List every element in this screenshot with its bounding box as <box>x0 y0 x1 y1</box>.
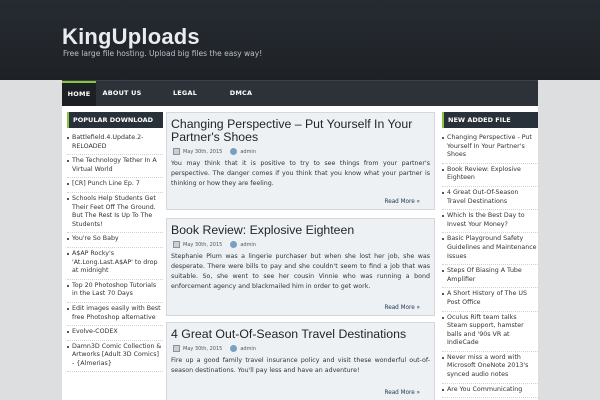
nav-dmca[interactable]: DMCA <box>225 81 257 106</box>
new-file-item[interactable]: Which Is the Best Day to Invest Your Mon… <box>442 210 538 234</box>
post-title[interactable]: Book Review: Explosive Eighteen <box>167 219 434 237</box>
post-card: Changing Perspective – Put Yourself In Y… <box>166 112 435 210</box>
sidebar-title: POPULAR DOWNLOAD <box>67 112 163 128</box>
post-author[interactable]: admin <box>240 346 256 352</box>
popular-item[interactable]: Schools Help Students Get Their Feet Off… <box>67 193 163 234</box>
popular-item[interactable]: You're So Baby <box>67 233 163 248</box>
new-file-item[interactable]: Book Review: Explosive Eighteen <box>442 164 538 187</box>
calendar-icon <box>173 148 180 155</box>
nav-legal-disclaimer[interactable]: LEGAL DISCLAIMER <box>149 81 221 122</box>
post-date: May 30th, 2015 <box>183 148 223 155</box>
post-title[interactable]: Changing Perspective – Put Yourself In Y… <box>167 113 434 144</box>
main-nav: HOME ABOUT US LEGAL DISCLAIMER DMCA <box>62 80 538 122</box>
calendar-icon <box>173 345 180 352</box>
post-date: May 30th, 2015 <box>183 241 223 248</box>
post-excerpt: You may think that it is positive to try… <box>171 160 430 187</box>
read-more-link[interactable]: Read More » <box>385 305 421 311</box>
new-file-item[interactable]: A Short History of The US Post Office <box>442 288 538 312</box>
popular-item[interactable]: Edit images easily with Best free Photos… <box>67 303 163 327</box>
new-file-item[interactable]: Basic Playground Safety Guidelines and M… <box>442 233 538 266</box>
new-file-item[interactable]: Steps Of Biasing A Tube Amplifier <box>442 265 538 289</box>
user-icon <box>230 148 238 155</box>
post-meta: May 30th, 2015 admin <box>167 144 434 155</box>
site-tagline: Free large file hosting. Upload big file… <box>63 49 263 58</box>
new-files-list: Changing Perspective - Put Yourself In Y… <box>442 128 538 399</box>
sidebar-title: NEW ADDED FILE <box>442 112 538 128</box>
new-file-item[interactable]: Never miss a word with Microsoft OneNote… <box>442 352 538 384</box>
user-icon <box>230 345 238 352</box>
calendar-icon <box>173 241 180 248</box>
popular-item[interactable]: [CR] Punch Line Ep. 7 <box>67 178 163 193</box>
post-meta: May 30th, 2015 admin <box>167 341 434 352</box>
popular-item[interactable]: Damn3D Comic Collection & Artworks [Adul… <box>67 341 163 373</box>
new-file-item[interactable]: Oculus Rift team talks Steam support, ha… <box>442 312 538 352</box>
popular-item[interactable]: A$AP Rocky's 'At.Long.Last.A$AP' to drop… <box>67 248 163 280</box>
read-more-link[interactable]: Read More » <box>385 199 421 205</box>
sidebar-new-added-file: NEW ADDED FILE Changing Perspective - Pu… <box>442 112 538 399</box>
post-excerpt: Fire up a good family travel insurance p… <box>171 357 430 374</box>
sidebar-popular-download: POPULAR DOWNLOAD Battlefield.4.Update.2-… <box>67 112 163 373</box>
site-title[interactable]: KingUploads <box>62 24 200 50</box>
post-author[interactable]: admin <box>240 149 256 155</box>
site-header: KingUploads Free large file hosting. Upl… <box>0 0 600 80</box>
post-card: Book Review: Explosive Eighteen May 30th… <box>166 218 435 316</box>
post-card: 4 Great Out-Of-Season Travel Destination… <box>166 322 435 400</box>
post-author[interactable]: admin <box>240 242 256 248</box>
user-icon <box>230 241 238 248</box>
post-date: May 30th, 2015 <box>183 345 223 352</box>
post-excerpt: Stephanie Plum was a lingerie purchaser … <box>171 253 430 290</box>
new-file-item[interactable]: Are You Communicating <box>442 384 538 399</box>
popular-list: Battlefield.4.Update.2-RELOADED The Tech… <box>67 128 163 373</box>
nav-home[interactable]: HOME <box>62 81 96 106</box>
popular-item[interactable]: The Technology Tether In A Virtual World <box>67 155 163 179</box>
post-meta: May 30th, 2015 admin <box>167 237 434 248</box>
new-file-item[interactable]: 4 Great Out-Of-Season Travel Destination… <box>442 187 538 211</box>
new-file-item[interactable]: Changing Perspective - Put Yourself In Y… <box>442 132 538 164</box>
post-title[interactable]: 4 Great Out-Of-Season Travel Destination… <box>167 323 434 341</box>
popular-item[interactable]: Battlefield.4.Update.2-RELOADED <box>67 132 163 156</box>
popular-item[interactable]: Top 20 Photoshop Tutorials in the Last 7… <box>67 280 163 303</box>
popular-item[interactable]: Evolve-CODEX <box>67 326 163 341</box>
read-more-link[interactable]: Read More » <box>385 390 421 396</box>
nav-about-us[interactable]: ABOUT US <box>100 81 144 106</box>
